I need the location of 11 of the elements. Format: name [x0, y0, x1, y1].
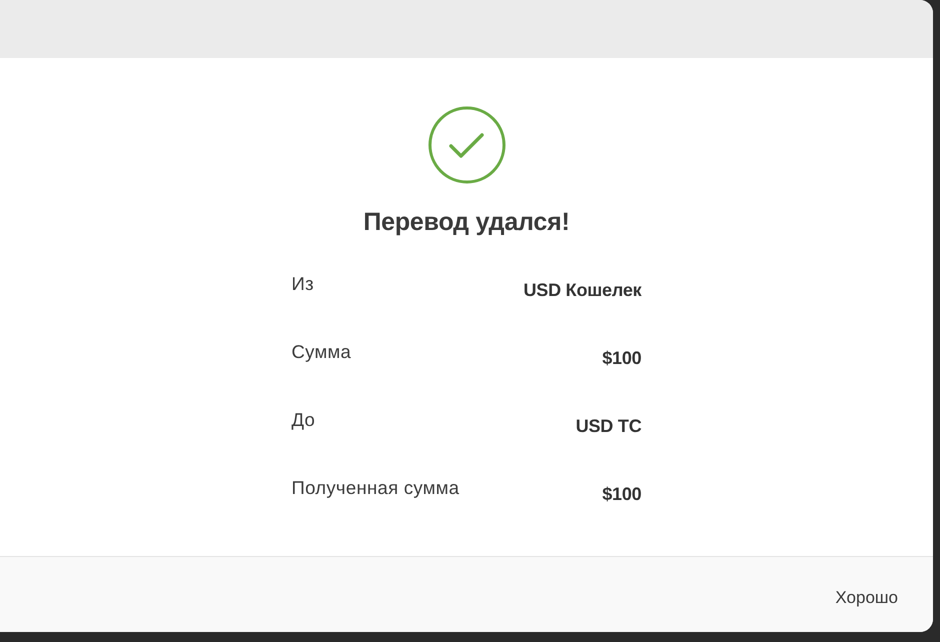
success-check-icon — [428, 106, 506, 184]
detail-value: $100 — [602, 483, 642, 506]
detail-value: USD Кошелек — [523, 279, 642, 302]
detail-value: USD TC — [576, 415, 642, 438]
detail-label: Сумма — [292, 340, 352, 364]
detail-label: Из — [292, 272, 314, 296]
ok-button[interactable]: Хорошо — [827, 580, 906, 614]
dialog-title: Перевод удался! — [363, 207, 570, 238]
detail-value: $100 — [602, 347, 642, 370]
detail-label: Полученная сумма — [292, 476, 460, 500]
detail-label: До — [292, 408, 316, 432]
